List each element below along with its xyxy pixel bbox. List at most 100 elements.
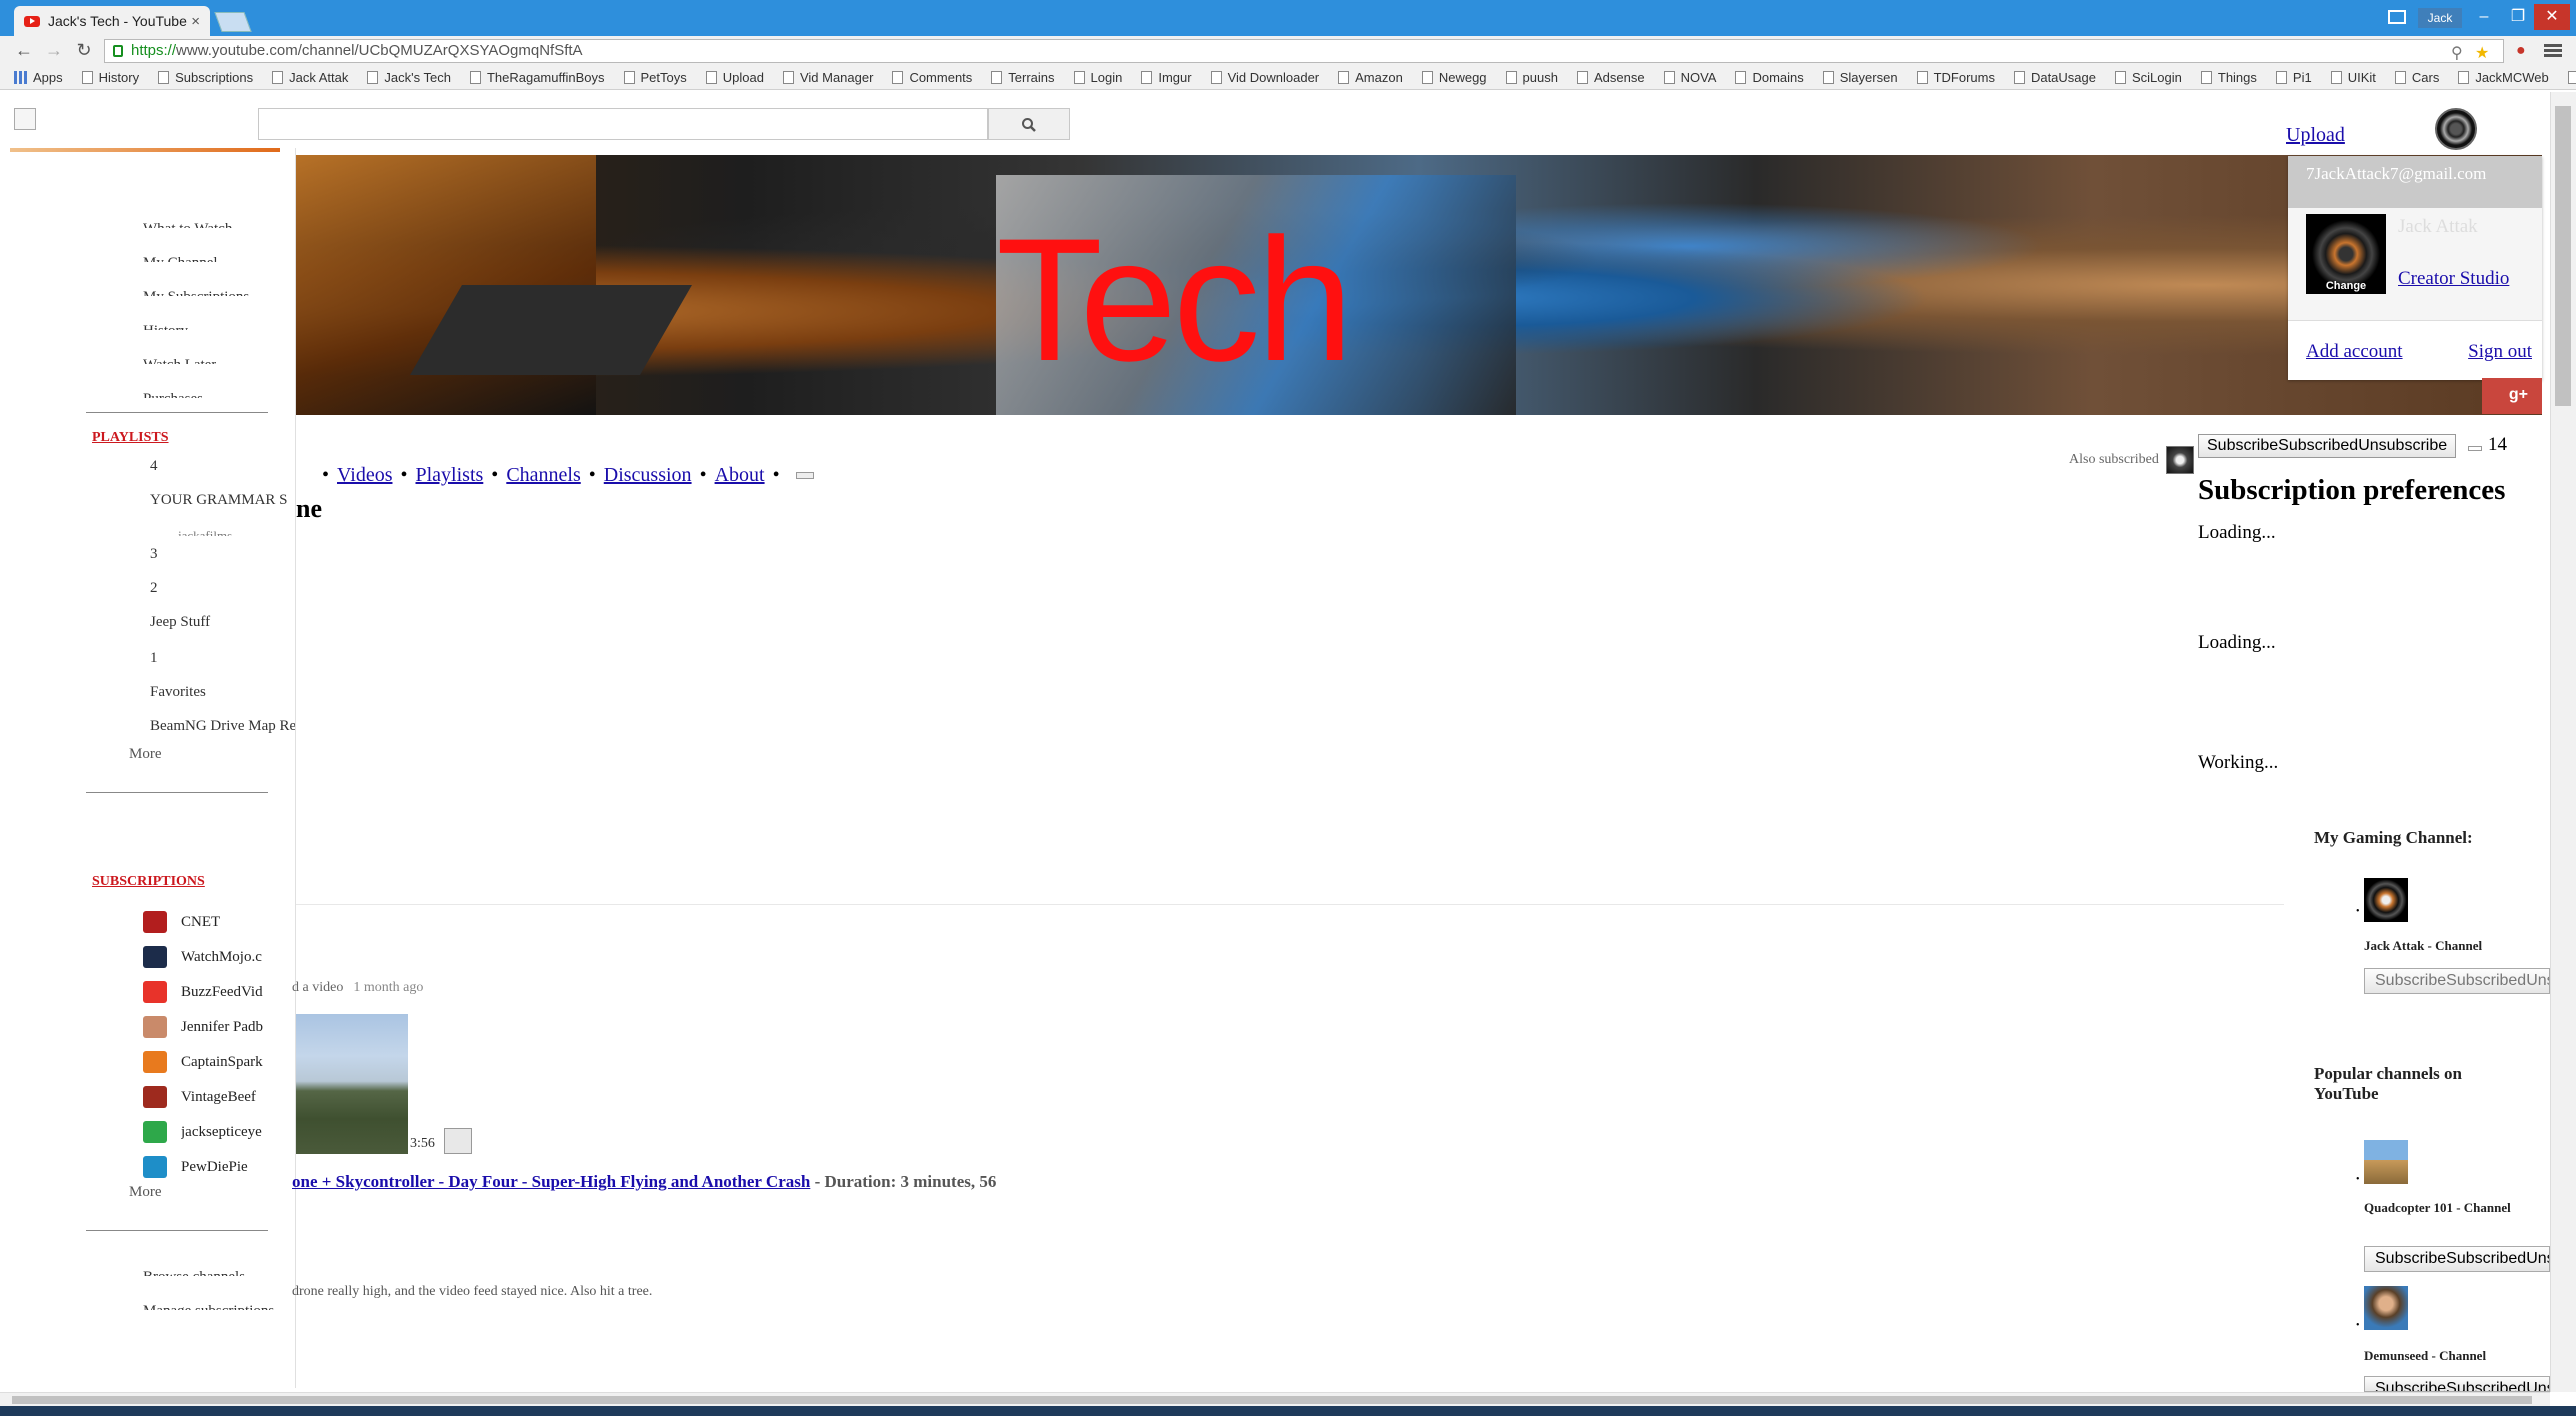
playlist-item[interactable]: 4 [150,458,158,475]
channel-tab[interactable]: Videos [337,464,392,487]
playlist-item[interactable]: 3 [150,546,158,563]
back-arrow-icon[interactable]: ← [12,40,36,62]
video-title-link[interactable]: one + Skycontroller - Day Four - Super-H… [292,1172,810,1191]
close-window-button[interactable]: ✕ [2534,4,2570,30]
maximize-button[interactable]: ❐ [2500,4,2536,30]
cast-icon[interactable] [2388,10,2406,24]
subscription-item[interactable]: WatchMojo.c [143,945,291,969]
also-subscribed-avatar[interactable] [2166,446,2194,474]
zoom-icon[interactable]: ⚲ [2451,43,2463,65]
subscription-item[interactable]: PewDiePie [143,1155,291,1179]
sign-out-link[interactable]: Sign out [2468,341,2532,363]
address-bar[interactable]: https://www.youtube.com/channel/UCbQMUZA… [104,39,2504,63]
playlists-more-link[interactable]: More [129,746,162,763]
bookmark-item[interactable]: JackMCWeb [2458,70,2549,85]
bookmark-item[interactable]: Newegg [1421,70,1487,85]
playlist-item[interactable]: jackafilms [178,528,232,536]
bookmark-item[interactable]: SciLogin [2115,70,2182,85]
channel-tab[interactable]: Discussion [604,464,692,487]
gaming-channel-avatar[interactable] [2364,878,2408,922]
subscription-item[interactable]: Jennifer Padb [143,1015,291,1039]
subscriptions-heading[interactable]: SUBSCRIPTIONS [92,874,205,890]
bookmark-item[interactable]: Slayersen [1822,70,1898,85]
bookmark-item[interactable]: DataUsage [2013,70,2096,85]
guide-item[interactable]: Browse channels [143,1266,245,1276]
guide-item[interactable]: My Subscriptions [143,286,249,296]
guide-item[interactable]: My Channel [143,252,218,262]
playlist-item[interactable]: Favorites [150,684,206,701]
popular-subscribe-button[interactable]: SubscribeSubscribedUnsubscribe [2364,1246,2550,1272]
account-avatar[interactable] [2435,108,2477,150]
guide-item[interactable]: What to Watch [143,218,232,228]
bookmark-item[interactable]: Vid Manager [782,70,873,85]
upload-link[interactable]: Upload [2286,124,2345,147]
playlist-item[interactable]: 1 [150,650,158,667]
bookmark-item[interactable]: Adsense [1576,70,1645,85]
bookmark-item[interactable]: Jack's Tech [367,70,451,85]
bookmark-item[interactable]: UIKit [2330,70,2376,85]
bookmark-item[interactable]: Domains [1735,70,1804,85]
channel-tab[interactable]: Channels [506,464,580,487]
vertical-scroll-thumb[interactable] [2555,106,2571,406]
bookmark-item[interactable]: Subscriptions [158,70,253,85]
search-input[interactable] [258,108,988,140]
demunseed-avatar[interactable] [2364,1286,2408,1330]
subscription-settings-button[interactable] [2468,446,2482,451]
subscription-item[interactable]: CNET [143,910,291,934]
search-button[interactable] [988,108,1070,140]
bookmark-item[interactable]: Imgur [1141,70,1192,85]
extension-icon[interactable]: ● [2516,42,2526,60]
bookmark-item[interactable]: Apps [14,70,63,85]
account-photo[interactable]: Change [2306,214,2386,294]
playlist-item[interactable]: YOUR GRAMMAR S [150,492,288,509]
guide-item[interactable]: Watch Later [143,354,216,364]
profile-button[interactable]: Jack [2418,8,2462,28]
bookmark-item[interactable]: puush [1505,70,1558,85]
bookmark-item[interactable]: Things [2200,70,2257,85]
bookmark-item[interactable]: TheRagamuffinBoys [469,70,605,85]
google-plus-icon[interactable]: g+ [2482,378,2542,414]
bookmark-item[interactable]: Upload [705,70,764,85]
quadcopter-101-avatar[interactable] [2364,1140,2408,1184]
playlists-heading[interactable]: PLAYLISTS [92,430,169,446]
gaming-subscribe-button[interactable]: SubscribeSubscribedUnsubscribe [2364,968,2550,994]
bookmark-item[interactable]: Vid Downloader [1210,70,1319,85]
guide-item[interactable]: Purchases [143,388,203,398]
bookmark-item[interactable]: Cars [2394,70,2439,85]
bookmark-item[interactable]: Driving Handbook [2567,70,2576,85]
guide-toggle-button[interactable] [14,108,36,130]
bookmark-item[interactable]: Pi1 [2275,70,2312,85]
bookmark-item[interactable]: Jack Attak [272,70,348,85]
bookmark-item[interactable]: Terrains [991,70,1055,85]
channel-tab[interactable]: Playlists [416,464,484,487]
subscription-item[interactable]: VintageBeef [143,1085,291,1109]
creator-studio-link[interactable]: Creator Studio [2398,268,2509,290]
subscriptions-more-link[interactable]: More [129,1184,162,1201]
popular-subscribe-button[interactable]: SubscribeSubscribedUnsubscribe [2364,1376,2550,1392]
watch-later-button[interactable] [444,1128,472,1154]
guide-item[interactable]: History [143,320,188,330]
change-photo-label[interactable]: Change [2306,280,2386,292]
bookmark-item[interactable]: PetToys [623,70,687,85]
vertical-scrollbar[interactable] [2550,92,2576,1392]
bookmark-item[interactable]: NOVA [1663,70,1716,85]
guide-item[interactable]: Manage subscriptions [143,1300,274,1310]
playlist-item[interactable]: BeamNG Drive Map Re... [150,718,295,735]
bookmark-item[interactable]: History [81,70,139,85]
new-tab-button[interactable] [214,12,252,32]
bookmark-item[interactable]: Amazon [1338,70,1403,85]
horizontal-scrollbar[interactable] [0,1392,2550,1406]
bookmark-item[interactable]: TDForums [1916,70,1995,85]
reload-icon[interactable]: ↻ [72,40,96,62]
tab-close-icon[interactable]: × [191,13,200,30]
playlist-item[interactable]: Jeep Stuff [150,614,210,631]
channel-nav-more-button[interactable] [795,472,814,479]
bookmark-star-icon[interactable]: ★ [2475,43,2489,65]
popular-channel-name[interactable]: Quadcopter 101 - Channel [2364,1200,2514,1216]
playlist-item[interactable]: 2 [150,580,158,597]
minimize-button[interactable]: – [2466,4,2502,30]
gaming-channel-name[interactable]: Jack Attak - Channel [2364,938,2482,954]
bookmark-item[interactable]: Comments [892,70,972,85]
add-account-link[interactable]: Add account [2306,341,2403,363]
subscribe-button[interactable]: SubscribeSubscribedUnsubscribe [2198,434,2457,458]
